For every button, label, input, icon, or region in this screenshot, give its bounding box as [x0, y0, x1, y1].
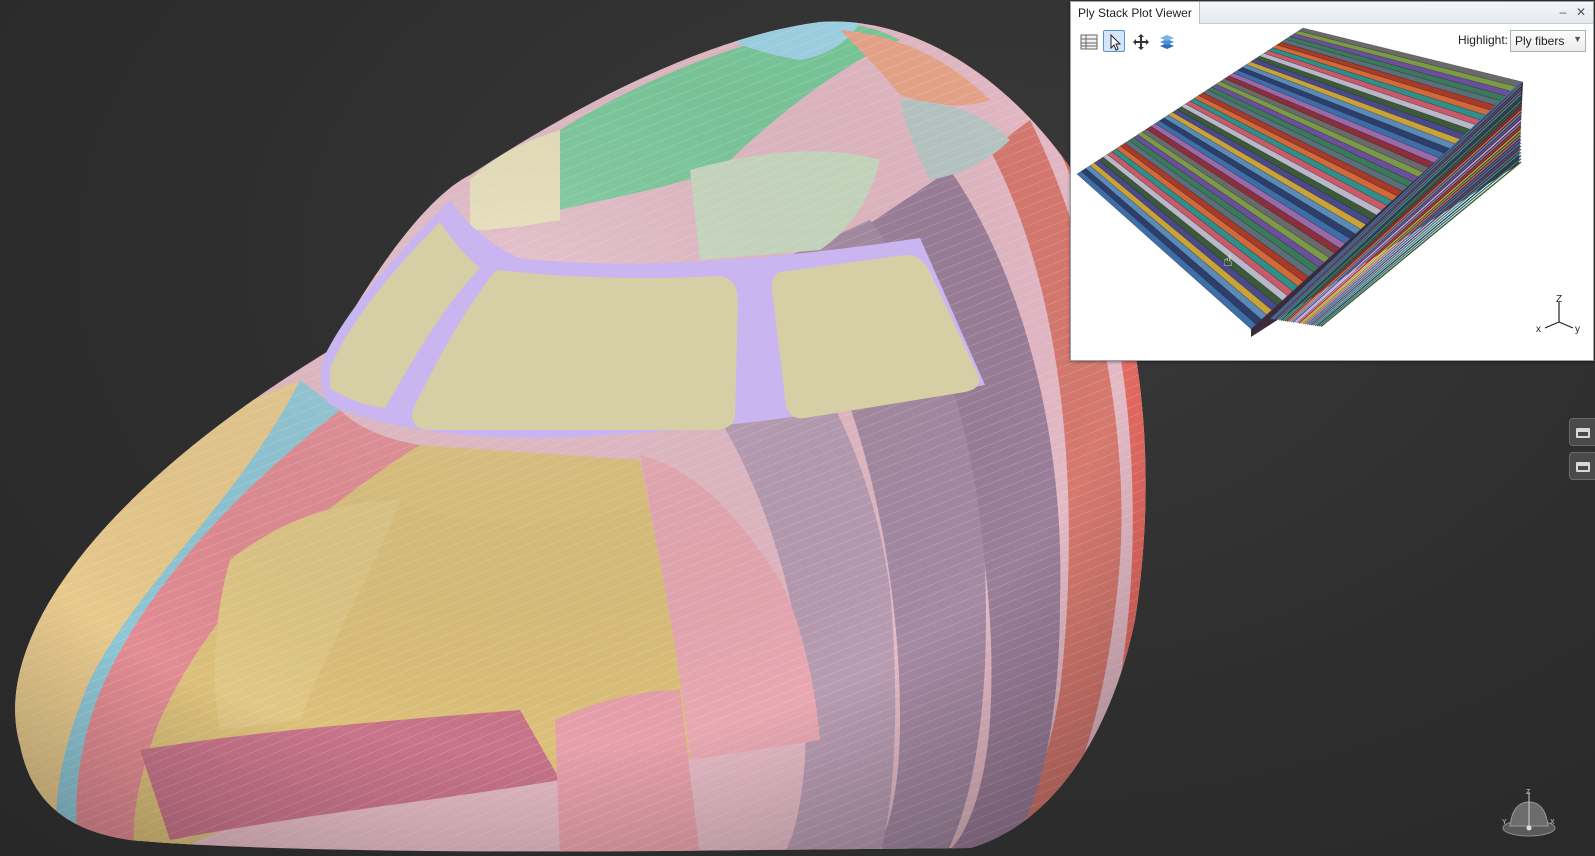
- hand-cursor-icon: ☝: [1223, 253, 1233, 270]
- ply-stack-plot[interactable]: ☝: [1071, 24, 1593, 360]
- compass-x-label: X: [1550, 819, 1555, 826]
- panel-icon: [1576, 462, 1590, 472]
- triad-x-label: x: [1536, 324, 1541, 335]
- ply-stack-plot-viewer[interactable]: Ply Stack Plot Viewer – ✕ Highlight: Ply…: [1070, 1, 1594, 361]
- viewer-titlebar[interactable]: Ply Stack Plot Viewer – ✕: [1071, 2, 1593, 24]
- side-panel-toggle-2[interactable]: [1569, 452, 1595, 480]
- panel-icon: [1576, 428, 1590, 438]
- minimize-button[interactable]: –: [1555, 4, 1571, 20]
- compass-z-label: Z: [1526, 789, 1531, 796]
- axis-triad: Z x y: [1536, 294, 1580, 335]
- side-panel-toggle-1[interactable]: [1569, 418, 1595, 446]
- triad-y-label: y: [1575, 324, 1580, 335]
- triad-z-label: Z: [1556, 294, 1562, 305]
- compass-y-label: Y: [1502, 819, 1507, 826]
- navigation-compass[interactable]: Z X Y: [1496, 788, 1562, 842]
- close-button[interactable]: ✕: [1573, 4, 1589, 20]
- viewer-title: Ply Stack Plot Viewer: [1071, 2, 1200, 24]
